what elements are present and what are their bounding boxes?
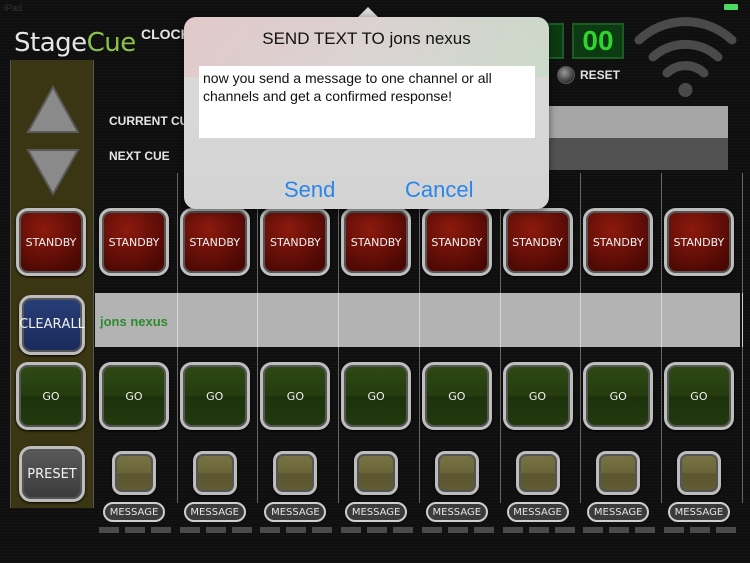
popover-title: SEND TEXT TO jons nexus (262, 29, 471, 48)
strip-divider (257, 293, 259, 347)
wifi-signal-icon (634, 17, 737, 97)
strip-divider (499, 293, 501, 347)
channel-indicator-button[interactable] (112, 451, 156, 495)
sidebar-panel (10, 60, 94, 508)
channel-message-button[interactable]: MESSAGE (103, 502, 165, 522)
channel-level-dash (689, 527, 710, 533)
current-cue-field (546, 106, 728, 138)
channel-level-dash (663, 527, 684, 533)
channel-level-dash (502, 527, 523, 533)
send-text-popover: SEND TEXT TO jons nexus Send Cancel (184, 17, 549, 209)
channel-standby-button[interactable]: STANDBY (421, 208, 492, 276)
channel-level-dash (367, 527, 388, 533)
device-label: iPad (4, 3, 23, 13)
channel-message-button[interactable]: MESSAGE (587, 502, 650, 522)
app-logo: StageCue (14, 28, 136, 58)
clock-seconds: 00 (572, 23, 624, 59)
channel-level-dash (312, 527, 333, 533)
channel-level-dash (260, 527, 281, 533)
channel-standby-button[interactable]: STANDBY (663, 208, 734, 276)
channel-message-button[interactable]: MESSAGE (183, 502, 246, 522)
channel-indicator-button[interactable] (273, 451, 318, 495)
channel-go-button[interactable]: GO (99, 362, 169, 430)
channel-level-dash (393, 527, 414, 533)
strip-divider (660, 293, 662, 347)
sidebar-go-button[interactable]: GO (16, 362, 86, 430)
logo-stage: Stage (14, 28, 87, 58)
channel-level-dash (341, 527, 362, 533)
channel-level-dash (286, 527, 307, 533)
channel-message-button[interactable]: MESSAGE (506, 502, 569, 522)
channel-go-button[interactable]: GO (260, 362, 331, 430)
channel-level-dash (473, 527, 494, 533)
channel-message-button[interactable]: MESSAGE (425, 502, 488, 522)
cue-up-arrow-icon[interactable] (25, 84, 81, 136)
strip-divider (580, 293, 582, 347)
channel-standby-button[interactable]: STANDBY (179, 208, 250, 276)
preset-button[interactable]: PRESET (19, 446, 85, 502)
channel-indicator-button[interactable] (354, 451, 399, 495)
channel-level-dash (231, 527, 252, 533)
channel-level-dash (583, 527, 604, 533)
channel-go-button[interactable]: GO (663, 362, 734, 430)
channel-indicator-button[interactable] (596, 451, 641, 495)
sidebar-standby-button[interactable]: STANDBY (16, 208, 86, 276)
message-strip (95, 293, 740, 347)
channel-indicator-button[interactable] (192, 451, 237, 495)
reset-label: RESET (580, 68, 621, 82)
clear-label: CLEAR (19, 317, 62, 332)
channel-level-dash (554, 527, 575, 533)
logo-cue: Cue (86, 28, 137, 58)
channel-level-dash (205, 527, 226, 533)
channel-go-button[interactable]: GO (502, 362, 573, 430)
channel-standby-button[interactable]: STANDBY (341, 208, 412, 276)
channel-level-dash (421, 527, 442, 533)
next-cue-field (546, 138, 728, 170)
reset-knob[interactable] (557, 66, 575, 84)
strip-divider (418, 293, 420, 347)
channel-name-label: jons nexus (100, 314, 168, 329)
battery-icon (724, 4, 738, 10)
channel-level-dash (635, 527, 656, 533)
channel-standby-button[interactable]: STANDBY (99, 208, 169, 276)
channel-level-dash (99, 527, 119, 533)
cue-down-arrow-icon[interactable] (25, 146, 81, 198)
channel-level-dash (609, 527, 630, 533)
channel-level-dash (125, 527, 145, 533)
channel-level-dash (447, 527, 468, 533)
channel-indicator-button[interactable] (515, 451, 560, 495)
channel-go-button[interactable]: GO (583, 362, 654, 430)
cancel-button[interactable]: Cancel (405, 177, 473, 203)
channel-standby-button[interactable]: STANDBY (260, 208, 331, 276)
channel-go-button[interactable]: GO (341, 362, 412, 430)
channel-message-button[interactable]: MESSAGE (264, 502, 327, 522)
channel-go-button[interactable]: GO (179, 362, 250, 430)
all-label: ALL (61, 317, 85, 332)
clear-all-button[interactable]: CLEAR ALL (19, 295, 85, 355)
strip-divider (338, 293, 340, 347)
channel-indicator-button[interactable] (676, 451, 721, 495)
channel-go-button[interactable]: GO (421, 362, 492, 430)
channel-level-dash (528, 527, 549, 533)
message-input[interactable] (199, 66, 535, 138)
channel-level-dash (151, 527, 171, 533)
next-cue-label: NEXT CUE (109, 149, 170, 163)
channel-standby-button[interactable]: STANDBY (583, 208, 654, 276)
strip-divider (176, 293, 178, 347)
strip-divider (741, 293, 743, 347)
channel-level-dash (179, 527, 200, 533)
channel-message-button[interactable]: MESSAGE (345, 502, 408, 522)
channel-standby-button[interactable]: STANDBY (502, 208, 573, 276)
channel-message-button[interactable]: MESSAGE (667, 502, 730, 522)
send-button[interactable]: Send (284, 177, 335, 203)
channel-level-dash (715, 527, 736, 533)
channel-indicator-button[interactable] (434, 451, 479, 495)
